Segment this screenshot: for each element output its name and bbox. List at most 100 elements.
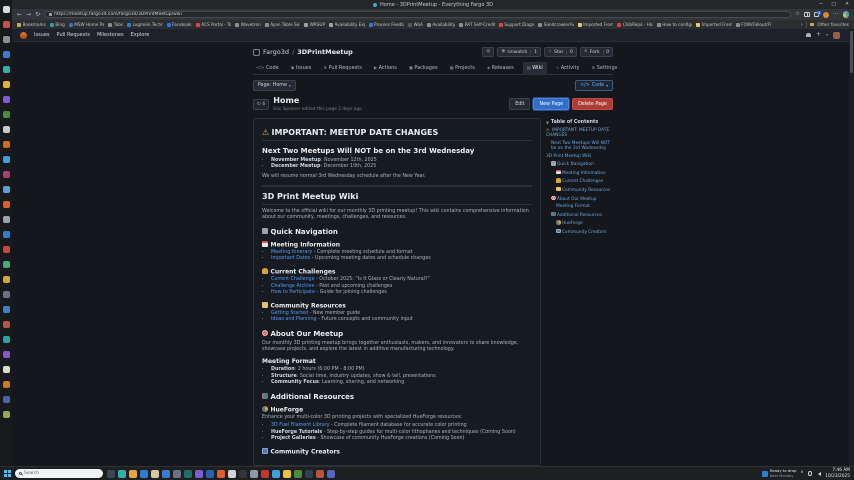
address-bar[interactable]: https://meetup.fargo3d.com/fargo3d/3DPri… — [44, 11, 791, 19]
dock-app-icon[interactable] — [3, 186, 10, 193]
bookmark-item[interactable]: Support Diagnostics — [499, 22, 535, 27]
dock-app-icon[interactable] — [3, 261, 10, 268]
extensions-icon[interactable]: 4 — [814, 12, 819, 17]
dock-app-icon[interactable] — [3, 51, 10, 58]
repo-name[interactable]: 3DPrintMeetup — [297, 48, 353, 56]
bookmark-item[interactable]: Availability — [427, 22, 455, 27]
taskbar-app-icon[interactable] — [140, 470, 148, 478]
taskbar-clock[interactable]: 7:46 AM 10/23/2025 — [825, 468, 850, 478]
back-icon[interactable]: ← — [17, 12, 22, 18]
toc-item[interactable]: Next Two Meetups Will NOT be on the 3rd … — [546, 141, 612, 152]
dock-app-icon[interactable] — [3, 396, 10, 403]
taskbar-app-icon[interactable] — [206, 470, 214, 478]
dock-app-icon[interactable] — [3, 321, 10, 328]
taskbar-app-icon[interactable] — [327, 470, 335, 478]
content-link[interactable]: Current Challenge — [271, 277, 315, 282]
tab-settings[interactable]: ⚙ Settings — [588, 63, 620, 74]
tab-projects[interactable]: ▦Projects — [447, 63, 478, 74]
wiki-code-button[interactable]: </> Code ▾ — [575, 80, 613, 91]
dock-app-icon[interactable] — [3, 81, 10, 88]
taskbar-app-icon[interactable] — [118, 470, 126, 478]
close-button[interactable]: ✕ — [845, 2, 849, 7]
taskbar-app-icon[interactable] — [184, 470, 192, 478]
dock-app-icon[interactable] — [3, 381, 10, 388]
bookmark-item[interactable]: Imported From IE (1) — [696, 22, 732, 27]
bookmark-item[interactable]: Ayan Table Searchi... — [265, 22, 301, 27]
taskbar-app-icon[interactable] — [294, 470, 302, 478]
bookmarks-overflow-icon[interactable]: › — [801, 22, 803, 28]
bookmark-item[interactable]: How to configure A... — [657, 22, 693, 27]
profile-icon[interactable] — [843, 11, 850, 18]
edit-button[interactable]: Edit — [509, 98, 530, 110]
notifications-bell-icon[interactable] — [806, 33, 811, 38]
dock-app-icon[interactable] — [3, 6, 10, 13]
tab-activity[interactable]: ∿Activity — [553, 63, 583, 74]
navbar-link-explore[interactable]: Explore — [131, 32, 150, 38]
bookmark-item[interactable]: Availability Explorer — [329, 22, 365, 27]
toc-item[interactable]: About Our Meetup — [546, 196, 612, 203]
bookmark-item[interactable]: MSW Home Page — [69, 22, 105, 27]
more-menu-icon[interactable]: ⋯ — [833, 12, 839, 18]
content-link[interactable]: Challenge Archive — [271, 284, 314, 289]
dock-app-icon[interactable] — [3, 231, 10, 238]
start-button[interactable] — [4, 470, 11, 477]
new-page-button[interactable]: New Page — [533, 98, 569, 110]
bookmark-item[interactable]: RAT Self-Credit — [459, 22, 495, 27]
bookmark-item[interactable]: SandcrawlerAut — [538, 22, 574, 27]
taskbar-app-icon[interactable] — [162, 470, 170, 478]
taskbar-app-icon[interactable] — [129, 470, 137, 478]
maximize-button[interactable]: □ — [831, 2, 836, 7]
dock-app-icon[interactable] — [3, 96, 10, 103]
toc-item[interactable]: Community Resources — [546, 187, 612, 194]
content-link[interactable]: Important Dates — [271, 256, 310, 261]
star-button[interactable]: ☆ Star 0 — [544, 47, 577, 57]
toc-item[interactable]: Quick Navigation — [546, 161, 612, 168]
bookmark-item[interactable]: ChibRepo - Hardwa... — [617, 22, 653, 27]
navbar-link-pull-requests[interactable]: Pull Requests — [57, 32, 90, 38]
dock-app-icon[interactable] — [3, 21, 10, 28]
taskbar-app-icon[interactable] — [195, 470, 203, 478]
minimize-button[interactable]: ─ — [820, 2, 823, 7]
taskbar-app-icon[interactable] — [261, 470, 269, 478]
network-icon[interactable] — [808, 471, 813, 476]
tab-pull-requests[interactable]: ⋔Pull Requests — [320, 63, 364, 74]
tab-releases[interactable]: ◈Releases — [484, 63, 517, 74]
dock-app-icon[interactable] — [3, 336, 10, 343]
fork-button[interactable]: ⋔ Fork 0 — [580, 47, 613, 57]
unwatch-button[interactable]: ◉ Unwatch 1 — [497, 47, 541, 57]
dock-app-icon[interactable] — [3, 36, 10, 43]
taskbar-app-icon[interactable] — [239, 470, 247, 478]
bookmark-item[interactable]: Bookmarks — [17, 22, 46, 27]
dock-app-icon[interactable] — [3, 306, 10, 313]
bookmark-item[interactable]: FOW/Fallout/FlightL... — [736, 22, 772, 27]
taskbar-app-icon[interactable] — [316, 470, 324, 478]
toc-item[interactable]: IMPORTANT: MEETUP DATE CHANGES — [546, 128, 612, 139]
navbar-link-issues[interactable]: Issues — [34, 32, 50, 38]
dock-app-icon[interactable] — [3, 246, 10, 253]
taskbar-app-icon[interactable] — [228, 470, 236, 478]
taskbar-app-icon[interactable] — [272, 470, 280, 478]
content-link[interactable]: 3D Fuel Filament Library — [271, 423, 329, 428]
taskbar-app-icon[interactable] — [173, 470, 181, 478]
bookmark-item[interactable]: ACS Portal - Tools — [196, 22, 232, 27]
toc-item[interactable]: Meeting Information — [546, 170, 612, 177]
content-link[interactable]: Meeting Itinerary — [271, 250, 312, 255]
dock-app-icon[interactable] — [3, 201, 10, 208]
tab-code[interactable]: </>Code — [253, 63, 282, 74]
tab-wiki[interactable]: ▤Wiki — [523, 62, 547, 74]
dock-app-icon[interactable] — [3, 156, 10, 163]
other-favorites[interactable]: Other favorites — [817, 22, 849, 27]
dock-app-icon[interactable] — [3, 366, 10, 373]
taskbar-app-icon[interactable] — [250, 470, 258, 478]
favorites-star-icon[interactable]: ☆ — [795, 12, 800, 18]
dock-app-icon[interactable] — [3, 276, 10, 283]
dock-app-icon[interactable] — [3, 171, 10, 178]
dock-app-icon[interactable] — [3, 141, 10, 148]
toc-item[interactable]: 3D Print Meetup Wiki — [546, 154, 612, 160]
dock-app-icon[interactable] — [3, 351, 10, 358]
taskbar-app-icon[interactable] — [151, 470, 159, 478]
content-link[interactable]: Getting Started — [271, 311, 308, 316]
tab-packages[interactable]: ▣Packages — [406, 63, 441, 74]
page-scrollbar[interactable] — [849, 29, 854, 466]
toc-item[interactable]: Community Creators — [546, 229, 612, 236]
